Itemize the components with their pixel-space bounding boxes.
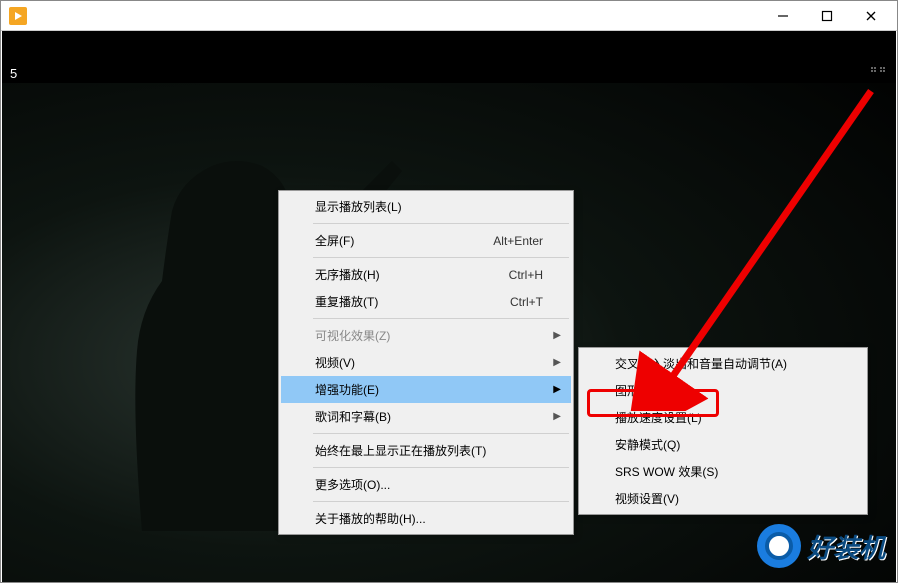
- menu-repeat[interactable]: 重复播放(T) Ctrl+T: [281, 288, 571, 315]
- menu-label: 视频(V): [315, 354, 355, 371]
- context-menu-main: 显示播放列表(L) 全屏(F) Alt+Enter 无序播放(H) Ctrl+H…: [278, 190, 574, 535]
- menu-label: 无序播放(H): [315, 266, 380, 283]
- menu-label: 可视化效果(Z): [315, 327, 390, 344]
- submenu-arrow-icon: ▶: [553, 357, 561, 368]
- watermark-text: 好装机: [807, 528, 885, 565]
- context-menu-enhance-sub: 交叉淡入淡出和音量自动调节(A) 图形均衡器(G) 播放速度设置(L) 安静模式…: [578, 347, 868, 515]
- submenu-quiet[interactable]: 安静模式(Q): [581, 431, 865, 458]
- menu-shuffle[interactable]: 无序播放(H) Ctrl+H: [281, 261, 571, 288]
- menu-separator: [313, 467, 569, 468]
- menu-label: 安静模式(Q): [615, 436, 680, 453]
- minimize-button[interactable]: [761, 2, 805, 30]
- menu-separator: [313, 318, 569, 319]
- menu-label: 歌词和字幕(B): [315, 408, 391, 425]
- maximize-button[interactable]: [805, 2, 849, 30]
- menu-label: 交叉淡入淡出和音量自动调节(A): [615, 355, 787, 372]
- menu-help[interactable]: 关于播放的帮助(H)...: [281, 505, 571, 532]
- close-button[interactable]: [849, 2, 893, 30]
- submenu-video-settings[interactable]: 视频设置(V): [581, 485, 865, 512]
- menu-separator: [313, 501, 569, 502]
- menu-shortcut: Alt+Enter: [493, 234, 543, 248]
- menu-lyrics[interactable]: 歌词和字幕(B) ▶: [281, 403, 571, 430]
- menu-shortcut: Ctrl+T: [510, 295, 543, 309]
- menu-label: 增强功能(E): [315, 381, 379, 398]
- menu-separator: [313, 433, 569, 434]
- menu-more-options[interactable]: 更多选项(O)...: [281, 471, 571, 498]
- menu-label: 重复播放(T): [315, 293, 378, 310]
- menu-label: 全屏(F): [315, 232, 354, 249]
- submenu-arrow-icon: ▶: [553, 384, 561, 395]
- submenu-arrow-icon: ▶: [553, 330, 561, 341]
- menu-always-top[interactable]: 始终在最上显示正在播放列表(T): [281, 437, 571, 464]
- menu-fullscreen[interactable]: 全屏(F) Alt+Enter: [281, 227, 571, 254]
- menu-video[interactable]: 视频(V) ▶: [281, 349, 571, 376]
- submenu-arrow-icon: ▶: [553, 411, 561, 422]
- menu-separator: [313, 223, 569, 224]
- menu-enhance[interactable]: 增强功能(E) ▶: [281, 376, 571, 403]
- menu-visual-fx: 可视化效果(Z) ▶: [281, 322, 571, 349]
- video-letterbox-top: [2, 31, 896, 83]
- menu-label: 始终在最上显示正在播放列表(T): [315, 442, 486, 459]
- submenu-crossfade[interactable]: 交叉淡入淡出和音量自动调节(A): [581, 350, 865, 377]
- submenu-speed[interactable]: 播放速度设置(L): [581, 404, 865, 431]
- menu-label: 关于播放的帮助(H)...: [315, 510, 426, 527]
- menu-separator: [313, 257, 569, 258]
- menu-label: 显示播放列表(L): [315, 198, 402, 215]
- titlebar: [1, 1, 897, 31]
- watermark: 好装机: [757, 524, 885, 568]
- menu-label: 视频设置(V): [615, 490, 679, 507]
- menu-label: 更多选项(O)...: [315, 476, 390, 493]
- menu-label: 图形均衡器(G): [615, 382, 692, 399]
- timestamp: 5: [10, 66, 17, 81]
- menu-shortcut: Ctrl+H: [509, 268, 543, 282]
- window-controls: [761, 2, 893, 30]
- app-window: 5 显示播放列表(L) 全屏(F) Alt+Enter 无序播放(H) Ctrl…: [0, 0, 898, 583]
- menu-label: SRS WOW 效果(S): [615, 463, 718, 480]
- menu-show-playlist[interactable]: 显示播放列表(L): [281, 193, 571, 220]
- app-icon: [9, 7, 27, 25]
- expand-icon[interactable]: [870, 66, 886, 85]
- submenu-srs[interactable]: SRS WOW 效果(S): [581, 458, 865, 485]
- watermark-icon: [757, 524, 801, 568]
- submenu-equalizer[interactable]: 图形均衡器(G): [581, 377, 865, 404]
- menu-label: 播放速度设置(L): [615, 409, 702, 426]
